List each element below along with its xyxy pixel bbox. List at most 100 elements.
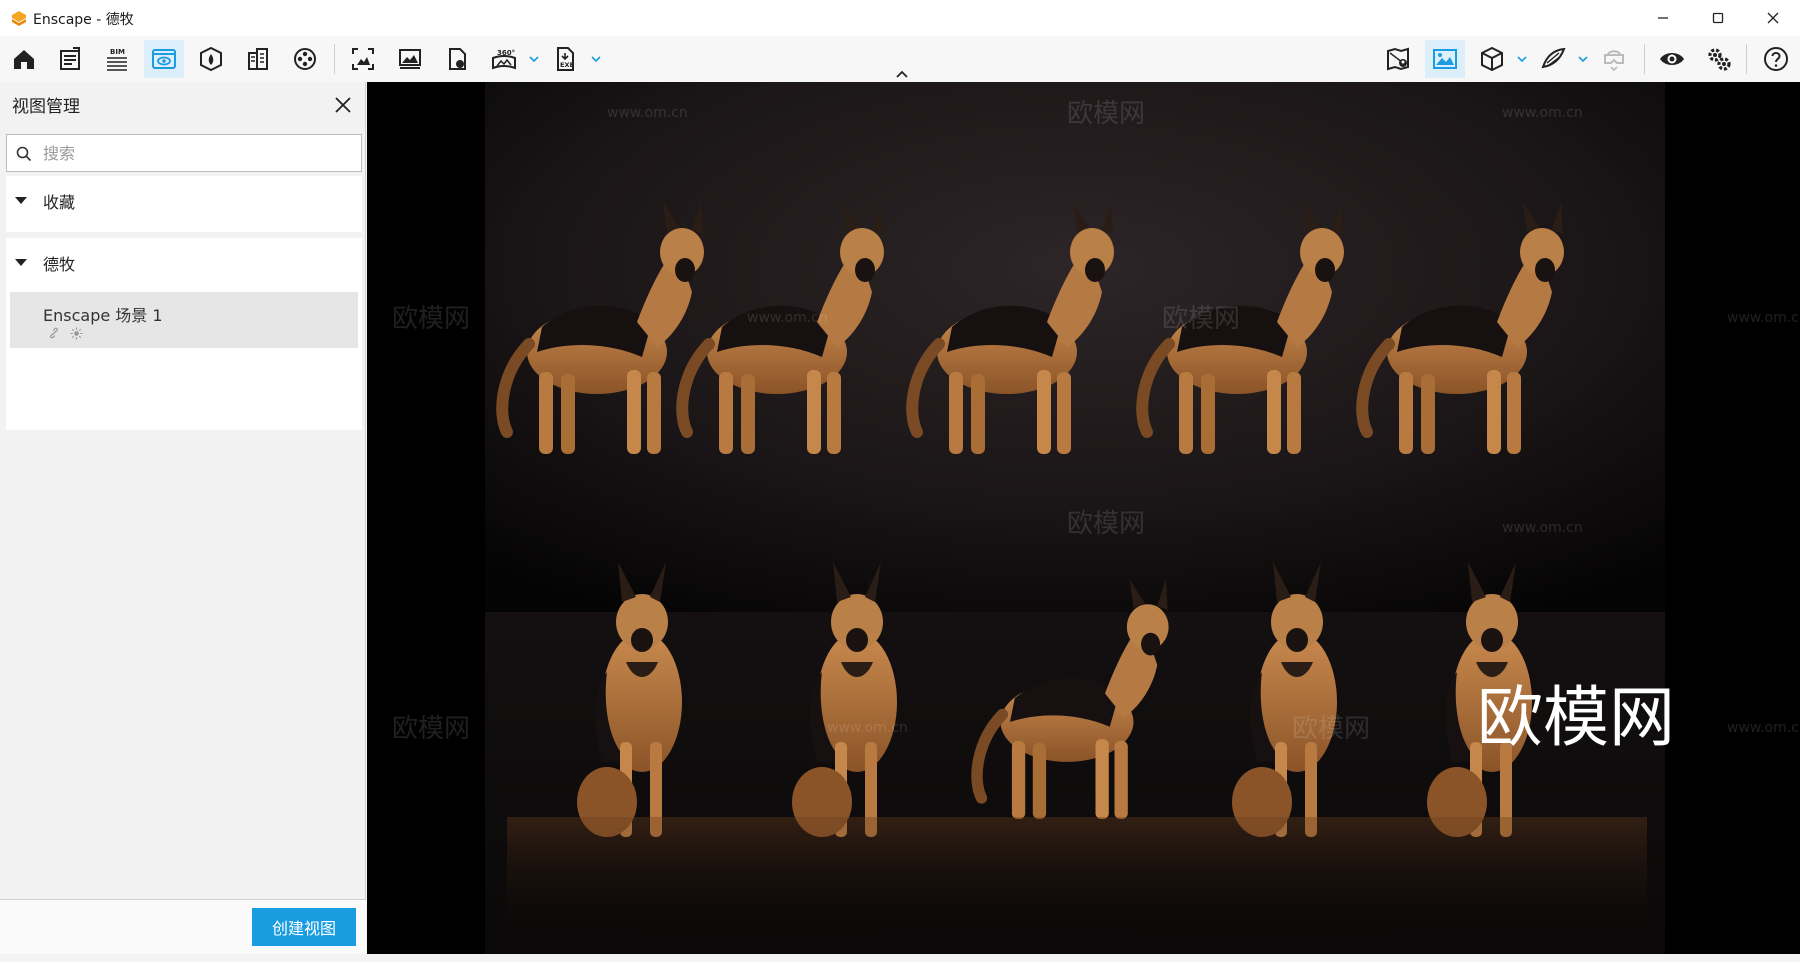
panorama-button[interactable]: 360° — [484, 40, 524, 78]
cube-icon — [1481, 46, 1503, 72]
batch-render-button[interactable] — [390, 40, 430, 78]
watermark-url: www.om.cn — [1502, 105, 1583, 121]
search-box[interactable] — [6, 134, 362, 172]
panel-title: 视图管理 — [12, 97, 80, 117]
maximize-icon — [1712, 12, 1724, 24]
export-icon — [449, 48, 466, 70]
watermark-url: www.om.cn — [827, 720, 908, 736]
video-editor-icon — [294, 48, 316, 70]
exe-export-icon: EXE — [557, 47, 574, 71]
collapse-toolbar-button[interactable] — [892, 66, 912, 82]
close-panel-button[interactable] — [330, 92, 356, 118]
caret-down-icon — [15, 259, 27, 266]
watermark-brand: 欧模网 — [1162, 304, 1240, 334]
enscape-logo-icon — [12, 11, 26, 26]
asset-library-button[interactable] — [238, 40, 278, 78]
group-label: 德牧 — [43, 255, 76, 274]
watermark-brand: 欧模网 — [1067, 99, 1145, 129]
eye-icon — [1660, 53, 1684, 65]
scene-group-header[interactable]: 德牧 — [6, 238, 362, 286]
help-button[interactable] — [1756, 40, 1796, 78]
view-management-panel: 视图管理 收藏 德牧 Enscape 场景 1 — [0, 82, 366, 962]
big-watermark: 欧模网 — [1477, 679, 1675, 756]
render-viewport[interactable]: www.om.cn 欧模网 www.om.cn 欧模网 www.om.cn 欧模… — [367, 82, 1800, 954]
link-icon[interactable] — [46, 326, 62, 340]
document-button[interactable] — [50, 40, 90, 78]
chevron-up-icon — [896, 70, 908, 78]
toolbar-separator — [1644, 44, 1645, 74]
window-bottom-edge — [0, 954, 1800, 962]
panel-footer: 创建视图 — [0, 899, 366, 962]
favorites-group-header[interactable]: 收藏 — [6, 176, 362, 224]
toolbar-separator — [334, 44, 335, 74]
wing-icon — [1541, 47, 1566, 69]
wing-button[interactable] — [1533, 40, 1573, 78]
scene-group: 德牧 Enscape 场景 1 — [6, 238, 362, 430]
close-icon — [1767, 12, 1779, 24]
search-input[interactable] — [43, 139, 353, 167]
create-view-button[interactable]: 创建视图 — [252, 908, 356, 946]
video-editor-button[interactable] — [285, 40, 325, 78]
group-label: 收藏 — [43, 193, 76, 212]
view-management-button[interactable] — [144, 40, 184, 78]
screenshot-icon — [352, 48, 374, 70]
atmosphere-button[interactable] — [191, 40, 231, 78]
cube-button[interactable] — [1472, 40, 1512, 78]
document-icon — [60, 47, 80, 70]
chevron-down-icon — [1517, 56, 1527, 63]
watermark-brand: 欧模网 — [392, 714, 470, 744]
export-button[interactable] — [437, 40, 477, 78]
screenshot-button[interactable] — [343, 40, 383, 78]
view-card[interactable]: Enscape 场景 1 — [10, 292, 358, 348]
watermark-url: www.om.cn — [1727, 720, 1800, 736]
minimize-button[interactable] — [1636, 0, 1690, 36]
image-view-icon — [1433, 49, 1457, 69]
chevron-down-icon — [1578, 56, 1588, 63]
view-name: Enscape 场景 1 — [43, 306, 163, 325]
watermark-brand: 欧模网 — [392, 304, 470, 334]
map-button[interactable] — [1378, 40, 1418, 78]
chevron-down-icon — [529, 56, 539, 63]
view-management-icon — [152, 49, 176, 69]
settings-button[interactable] — [1699, 40, 1739, 78]
image-icon — [399, 49, 421, 69]
visual-settings-button[interactable] — [1652, 40, 1692, 78]
map-pin-icon — [1387, 47, 1409, 71]
title-bar: Enscape - 德牧 — [0, 0, 1800, 36]
minimize-icon — [1658, 17, 1668, 19]
favorites-group: 收藏 — [6, 176, 362, 232]
close-icon — [335, 97, 351, 113]
asset-library-icon — [248, 48, 268, 70]
watermark-url: www.om.cn — [1502, 520, 1583, 536]
close-window-button[interactable] — [1746, 0, 1800, 36]
bim-label: BIM — [110, 48, 125, 56]
bim-button[interactable]: BIM — [97, 40, 137, 78]
home-button[interactable] — [4, 40, 44, 78]
exe-export-dropdown[interactable] — [589, 50, 603, 68]
atmosphere-icon — [200, 46, 222, 72]
sun-icon[interactable] — [68, 326, 84, 340]
search-icon — [16, 146, 32, 162]
cube-dropdown[interactable] — [1515, 50, 1529, 68]
bim-icon: BIM — [107, 48, 127, 71]
panorama-dropdown[interactable] — [527, 50, 541, 68]
chevron-down-icon — [591, 56, 601, 63]
exe-export-button[interactable]: EXE — [545, 40, 585, 78]
watermark-url: www.om.cn — [607, 105, 688, 121]
watermark-url: www.om.cn — [1727, 310, 1800, 326]
watermark-brand: 欧模网 — [1292, 714, 1370, 744]
exe-label: EXE — [560, 61, 574, 69]
maximize-button[interactable] — [1691, 0, 1745, 36]
vr-headset-button — [1594, 40, 1634, 78]
toolbar-separator — [1746, 44, 1747, 74]
wing-dropdown[interactable] — [1576, 50, 1590, 68]
home-icon — [14, 50, 34, 69]
vr-headset-icon — [1604, 50, 1624, 72]
window-title: Enscape - 德牧 — [33, 12, 134, 28]
watermark-url: www.om.cn — [747, 310, 828, 326]
settings-icon — [1708, 48, 1731, 71]
caret-down-icon — [15, 197, 27, 204]
panorama-360-icon: 360° — [492, 49, 516, 70]
dog-render-image: www.om.cn 欧模网 www.om.cn 欧模网 www.om.cn 欧模… — [367, 82, 1800, 954]
image-view-button[interactable] — [1425, 40, 1465, 78]
